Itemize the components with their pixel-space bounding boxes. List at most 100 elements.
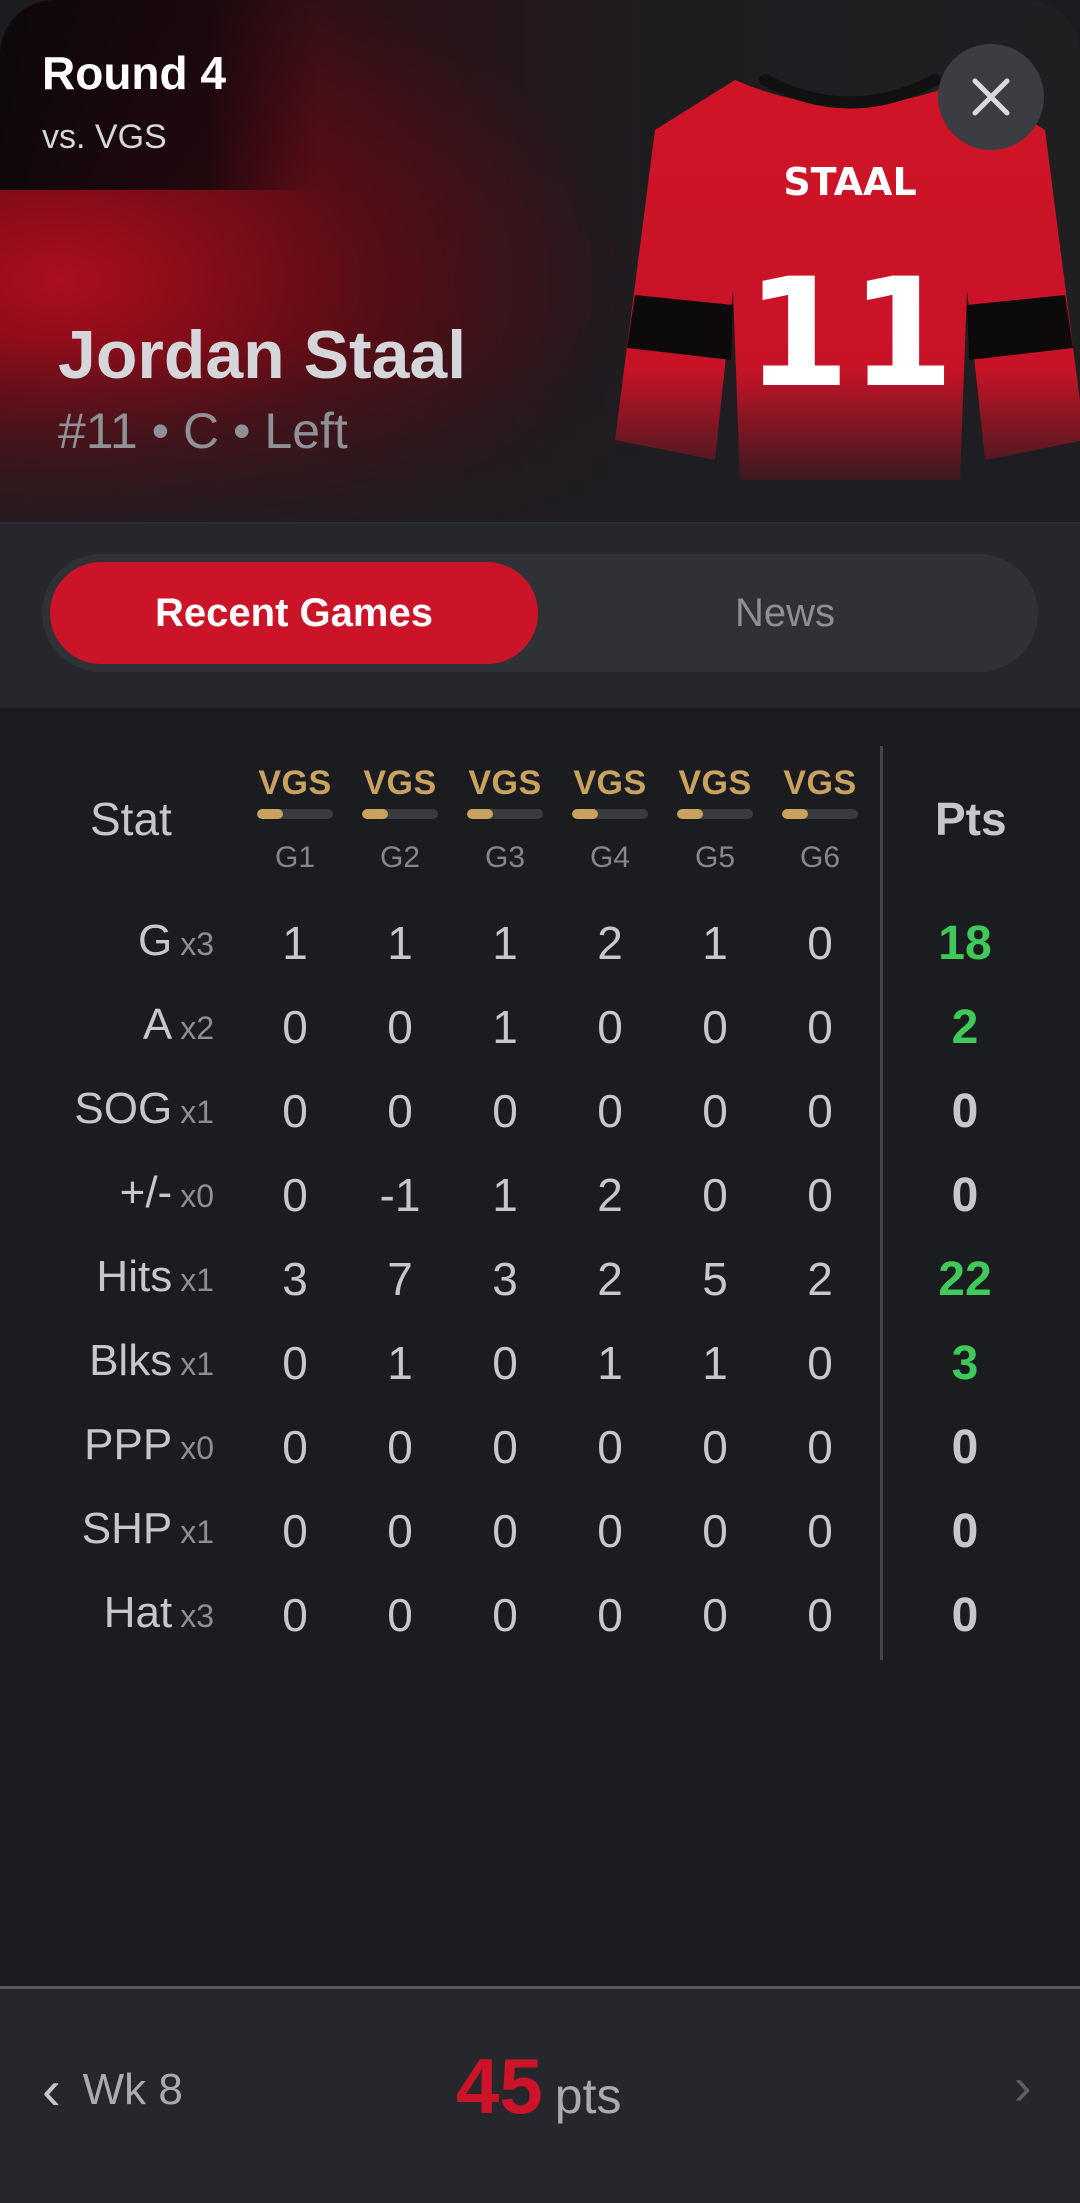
stat-label: Blks x1: [89, 1336, 214, 1386]
stat-cell: 2: [597, 1169, 623, 1221]
table-row: PPP x0 0 0 0 0 0 0 0: [0, 1410, 1080, 1494]
stat-cell: 0: [387, 1085, 413, 1137]
game-bar: [677, 809, 753, 819]
stat-cell: 2: [807, 1253, 833, 1305]
player-name: Jordan Staal: [58, 317, 467, 393]
matchup-opponent: vs. VGS: [42, 118, 167, 156]
player-meta: #11 • C • Left: [58, 403, 348, 459]
table-row: +/- x0 0 -1 1 2 0 0 0: [0, 1158, 1080, 1242]
stat-cell: 1: [597, 1337, 623, 1389]
points-cell: 0: [951, 1421, 979, 1474]
stat-name: Blks: [89, 1336, 173, 1385]
total-points-value: 45: [456, 2042, 543, 2130]
table-row: SHP x1 0 0 0 0 0 0 0: [0, 1494, 1080, 1578]
pts-column-header: Pts: [935, 793, 1007, 845]
stat-name: PPP: [84, 1420, 173, 1469]
matchup-box: Round 4 vs. VGS: [0, 0, 320, 190]
stat-cell: 0: [807, 1505, 833, 1557]
stat-multiplier: x1: [180, 1514, 214, 1550]
points-cell: 0: [951, 1169, 979, 1222]
game-column-header: VGS G1: [250, 764, 340, 875]
game-column-header: VGS G4: [565, 764, 655, 875]
stat-label: PPP x0: [84, 1420, 214, 1470]
points-cell: 0: [951, 1085, 979, 1138]
tab-recent-games[interactable]: Recent Games: [50, 562, 538, 664]
game-bar: [467, 809, 543, 819]
game-number: G2: [379, 841, 421, 874]
previous-week-button[interactable]: ‹ Wk 8: [42, 2057, 183, 2122]
game-bar: [257, 809, 333, 819]
stat-cell: 3: [492, 1253, 518, 1305]
stat-cell: 0: [597, 1085, 623, 1137]
stat-label: SOG x1: [74, 1084, 214, 1134]
stat-cell: 1: [492, 917, 518, 969]
tab-news[interactable]: News: [540, 562, 1030, 664]
stat-cell: 2: [597, 1253, 623, 1305]
stat-cell: 0: [492, 1421, 518, 1473]
stat-cell: 0: [282, 1421, 308, 1473]
stat-name: Hat: [103, 1588, 173, 1637]
stat-cell: 0: [702, 1421, 728, 1473]
table-row: SOG x1 0 0 0 0 0 0 0: [0, 1074, 1080, 1158]
stat-name: +/-: [119, 1168, 173, 1217]
game-bar-fill: [257, 809, 283, 819]
game-number: G4: [589, 841, 631, 874]
points-cell: 0: [951, 1589, 979, 1642]
opponent-label: VGS: [573, 764, 647, 802]
stat-cell: 0: [807, 1589, 833, 1641]
player-detail-sheet: Round 4 vs. VGS STAAL 11 Jordan Staal #1…: [0, 0, 1080, 2203]
stat-cell: 0: [807, 917, 833, 969]
next-week-button[interactable]: ›: [1014, 2057, 1031, 2117]
opponent-label: VGS: [783, 764, 857, 802]
stat-cell: 1: [282, 917, 308, 969]
stat-cell: 1: [492, 1169, 518, 1221]
game-bar: [782, 809, 858, 819]
table-row: Gx3 1 1 1 2 1 0 18: [0, 906, 1080, 990]
stat-cell: 0: [492, 1085, 518, 1137]
stat-cell: 1: [387, 1337, 413, 1389]
total-points-unit: pts: [554, 2068, 622, 2124]
stat-cell: -1: [379, 1169, 421, 1221]
close-button[interactable]: [938, 44, 1044, 150]
opponent-label: VGS: [363, 764, 437, 802]
game-column-header: VGS G6: [775, 764, 865, 875]
stat-cell: 0: [597, 1001, 623, 1053]
previous-week-label: Wk 8: [82, 2064, 183, 2114]
stat-cell: 1: [702, 1337, 728, 1389]
close-icon: [972, 78, 1010, 116]
game-number: G1: [274, 841, 316, 874]
stat-multiplier: x3: [180, 1598, 214, 1634]
stat-cell: 2: [597, 917, 623, 969]
game-bar-fill: [362, 809, 388, 819]
stat-name: SHP: [81, 1504, 173, 1553]
chevron-right-icon: ›: [1014, 2058, 1032, 2116]
stat-cell: 0: [387, 1421, 413, 1473]
stat-cell: 0: [282, 1001, 308, 1053]
opponent-label: VGS: [678, 764, 752, 802]
stat-cell: 1: [702, 917, 728, 969]
game-bar-fill: [572, 809, 598, 819]
game-bar: [572, 809, 648, 819]
jersey-name: STAAL: [783, 160, 916, 204]
stat-cell: 5: [702, 1253, 728, 1305]
stat-multiplier: x1: [180, 1094, 214, 1130]
stat-cell: 0: [492, 1589, 518, 1641]
game-bar-fill: [467, 809, 493, 819]
stat-label: SHP x1: [82, 1504, 214, 1554]
game-column-header: VGS G5: [670, 764, 760, 875]
stat-cell: 3: [282, 1253, 308, 1305]
stat-cell: 1: [492, 1001, 518, 1053]
stat-cell: 0: [702, 1589, 728, 1641]
stat-label: Hits x1: [96, 1252, 214, 1302]
stat-multiplier: x3: [180, 926, 214, 962]
stat-name: Hits: [96, 1252, 173, 1301]
player-header: Round 4 vs. VGS STAAL 11 Jordan Staal #1…: [0, 0, 1080, 522]
stat-cell: 7: [387, 1253, 413, 1305]
stat-cell: 0: [597, 1421, 623, 1473]
points-cell: 2: [951, 1001, 979, 1054]
stat-cell: 0: [387, 1505, 413, 1557]
chevron-left-icon: ‹: [42, 2058, 61, 2121]
stat-name: A: [142, 1000, 173, 1049]
jersey-number: 11: [746, 247, 955, 421]
stat-cell: 0: [807, 1001, 833, 1053]
